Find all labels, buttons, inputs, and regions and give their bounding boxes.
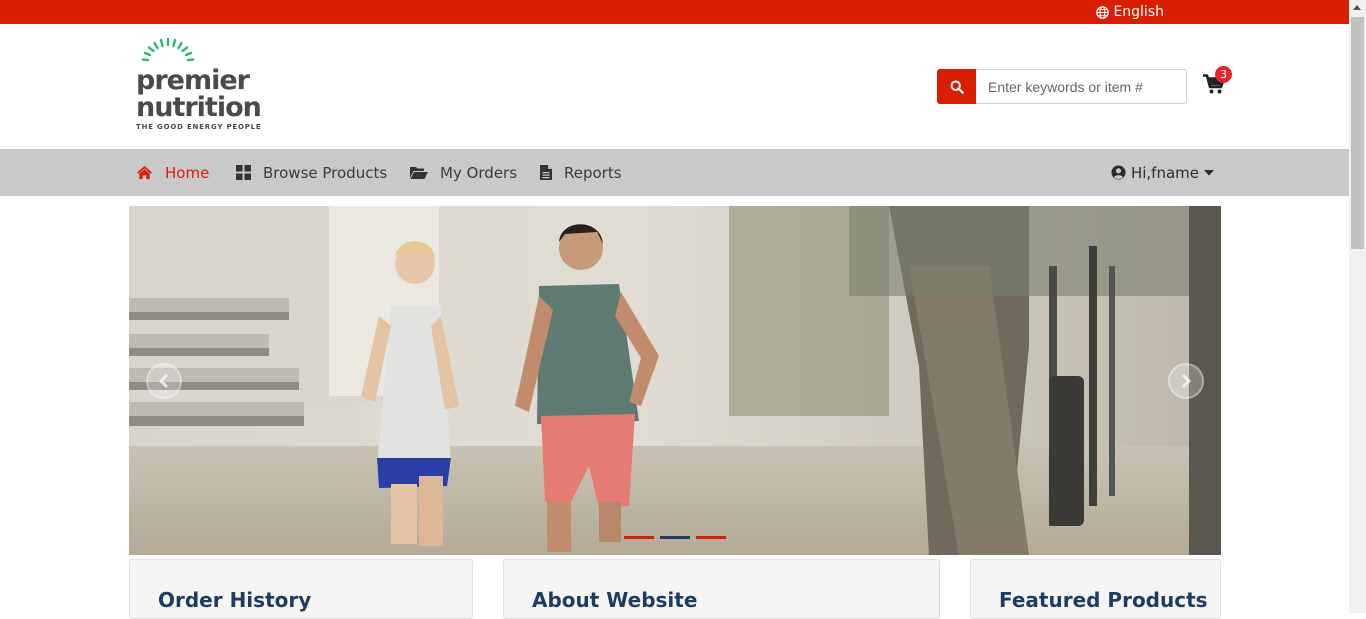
caret-down-icon bbox=[1204, 169, 1214, 175]
top-bar: English bbox=[0, 0, 1349, 24]
nav-label-browse-products: Browse Products bbox=[263, 163, 388, 182]
search-icon bbox=[950, 80, 964, 94]
language-selector[interactable]: English bbox=[1096, 4, 1164, 20]
home-icon bbox=[137, 166, 152, 179]
page-scrollbar[interactable] bbox=[1349, 0, 1366, 613]
hero-carousel bbox=[129, 206, 1221, 555]
nav-label-reports: Reports bbox=[564, 163, 622, 182]
search-input[interactable] bbox=[976, 69, 1187, 104]
scrollbar-thumb[interactable] bbox=[1351, 17, 1364, 249]
carousel-indicator-1[interactable] bbox=[624, 536, 654, 539]
carousel-next-button[interactable] bbox=[1168, 363, 1204, 399]
nav-label-my-orders: My Orders bbox=[440, 163, 518, 182]
chevron-right-icon bbox=[1181, 373, 1192, 389]
featured-products-card: Featured Products bbox=[970, 559, 1221, 619]
scroll-up-arrow[interactable] bbox=[1353, 5, 1361, 10]
about-website-card: About Website bbox=[503, 559, 940, 619]
logo[interactable]: premier nutrition THE GOOD ENERGY PEOPLE bbox=[136, 37, 276, 135]
about-website-title: About Website bbox=[532, 588, 698, 612]
order-history-card: Order History bbox=[129, 559, 473, 619]
carousel-indicator-3[interactable] bbox=[696, 536, 726, 539]
language-label: English bbox=[1113, 4, 1164, 20]
carousel-indicator-2[interactable] bbox=[660, 536, 690, 539]
user-menu[interactable]: Hi,fname bbox=[1111, 149, 1214, 196]
grid-icon bbox=[236, 165, 251, 180]
search-button[interactable] bbox=[937, 69, 976, 104]
hero-image bbox=[129, 206, 1221, 555]
folder-open-icon bbox=[410, 166, 428, 179]
cart-count-badge: 3 bbox=[1215, 66, 1232, 83]
nav-item-browse-products[interactable]: Browse Products bbox=[236, 149, 387, 196]
carousel-indicators bbox=[624, 536, 726, 539]
order-history-title: Order History bbox=[158, 588, 312, 612]
main-nav: Home Browse Products My Orders Reports H… bbox=[0, 149, 1349, 196]
chevron-left-icon bbox=[158, 373, 169, 389]
globe-icon bbox=[1096, 5, 1110, 19]
user-circle-icon bbox=[1111, 165, 1126, 180]
logo-text-premier: premier bbox=[136, 65, 250, 96]
featured-products-title: Featured Products bbox=[999, 588, 1208, 612]
nav-item-home[interactable]: Home bbox=[136, 149, 209, 196]
nav-item-my-orders[interactable]: My Orders bbox=[410, 149, 517, 196]
nav-label-home: Home bbox=[165, 163, 210, 182]
file-icon bbox=[540, 165, 552, 180]
nav-item-reports[interactable]: Reports bbox=[540, 149, 622, 196]
sunburst-icon bbox=[141, 37, 195, 62]
header: premier nutrition THE GOOD ENERGY PEOPLE… bbox=[0, 24, 1349, 149]
search-bar bbox=[937, 69, 1187, 104]
carousel-prev-button[interactable] bbox=[146, 363, 182, 399]
logo-text-nutrition: nutrition bbox=[136, 92, 262, 123]
logo-tagline: THE GOOD ENERGY PEOPLE bbox=[136, 123, 262, 131]
user-greeting: Hi,fname bbox=[1130, 163, 1199, 182]
cart-button[interactable]: 3 bbox=[1203, 66, 1232, 96]
